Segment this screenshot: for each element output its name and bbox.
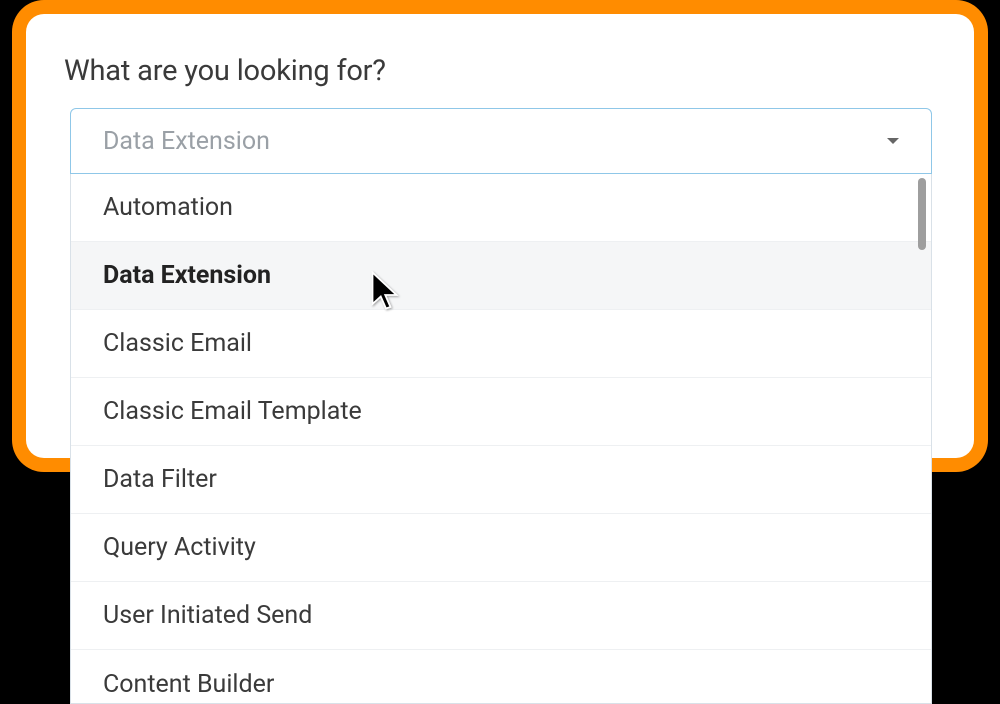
dropdown-placeholder: Data Extension <box>103 127 270 156</box>
dropdown-option-classic-email-template[interactable]: Classic Email Template <box>71 378 931 446</box>
dropdown-option-content-builder[interactable]: Content Builder <box>71 650 931 704</box>
option-label: Classic Email Template <box>103 397 362 426</box>
option-label: Query Activity <box>103 533 256 562</box>
dropdown: Data Extension Automation Data Extension… <box>70 108 932 174</box>
option-label: Classic Email <box>103 329 252 358</box>
dropdown-option-automation[interactable]: Automation <box>71 174 931 242</box>
option-label: Data Filter <box>103 465 217 494</box>
scrollbar-thumb[interactable] <box>918 178 926 250</box>
option-label: Content Builder <box>103 670 274 699</box>
option-label: Data Extension <box>103 261 271 290</box>
prompt-label: What are you looking for? <box>64 54 946 88</box>
dropdown-option-classic-email[interactable]: Classic Email <box>71 310 931 378</box>
dropdown-option-user-initiated-send[interactable]: User Initiated Send <box>71 582 931 650</box>
caret-down-icon <box>887 138 899 144</box>
dropdown-option-data-filter[interactable]: Data Filter <box>71 446 931 514</box>
dropdown-option-query-activity[interactable]: Query Activity <box>71 514 931 582</box>
option-label: Automation <box>103 193 233 222</box>
dropdown-option-data-extension[interactable]: Data Extension <box>71 242 931 310</box>
option-label: User Initiated Send <box>103 601 312 630</box>
dropdown-trigger[interactable]: Data Extension <box>70 108 932 174</box>
dropdown-list[interactable]: Automation Data Extension Classic Email … <box>70 174 932 704</box>
